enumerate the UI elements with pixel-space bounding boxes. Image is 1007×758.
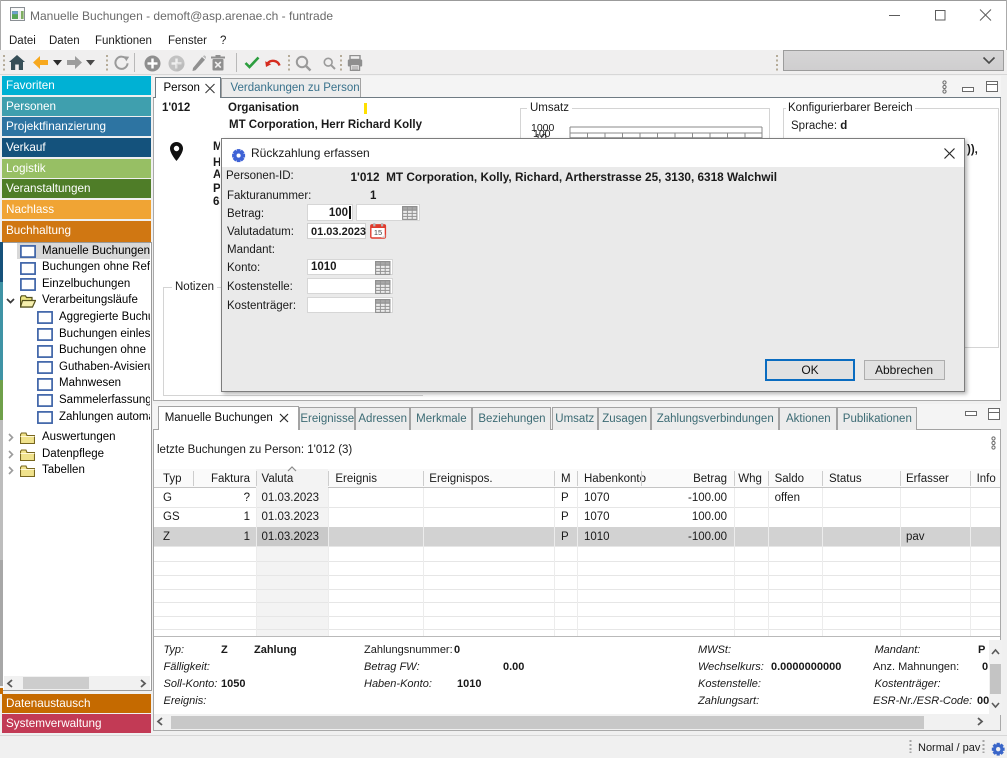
- svg-text:15: 15: [374, 228, 382, 237]
